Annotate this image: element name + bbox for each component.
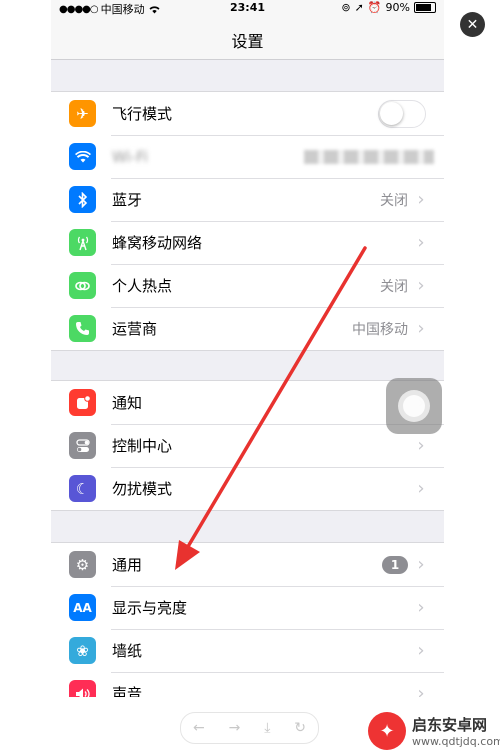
arrow-left-icon[interactable]: ← <box>193 720 205 736</box>
download-icon[interactable]: ⤓ <box>264 720 270 736</box>
watermark-logo-icon: ✦ <box>368 712 406 750</box>
site-watermark: ✦ 启东安卓网 www.qdtjdq.com <box>368 712 500 750</box>
annotation-arrow <box>175 246 367 570</box>
close-icon[interactable]: ✕ <box>460 12 485 37</box>
image-viewer-toolbar: ← → ⤓ ↻ <box>180 712 319 744</box>
rotate-icon[interactable]: ↻ <box>294 720 306 736</box>
watermark-url: www.qdtjdq.com <box>412 735 500 748</box>
arrow-right-icon[interactable]: → <box>229 720 241 736</box>
watermark-name: 启东安卓网 <box>412 716 488 734</box>
